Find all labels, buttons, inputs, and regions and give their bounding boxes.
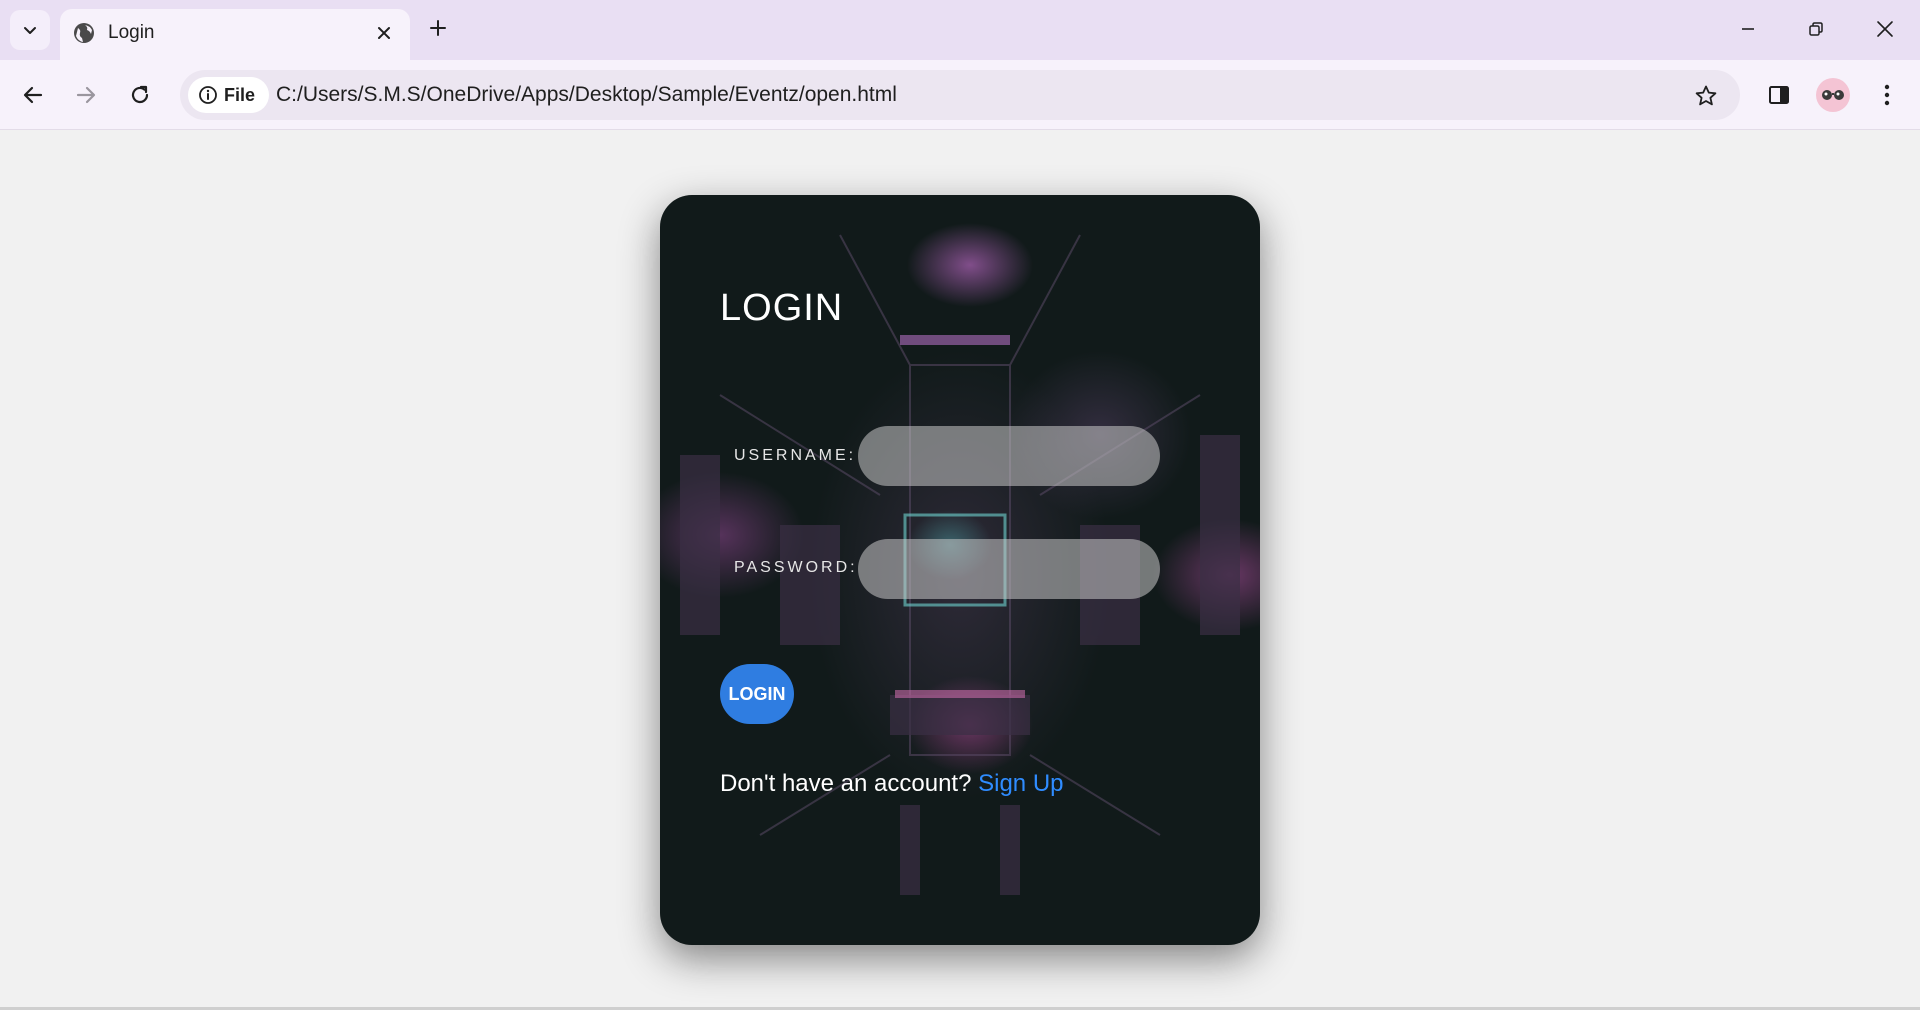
new-tab-button[interactable] (424, 14, 452, 42)
tab-close-button[interactable] (372, 21, 396, 45)
address-bar[interactable]: File C:/Users/S.M.S/OneDrive/Apps/Deskto… (180, 70, 1740, 120)
tab-login[interactable]: Login (60, 9, 410, 60)
signup-row: Don't have an account? Sign Up (720, 770, 1064, 798)
browser-menu-button[interactable] (1870, 78, 1904, 112)
browser-toolbar: File C:/Users/S.M.S/OneDrive/Apps/Deskto… (0, 60, 1920, 130)
arrow-left-icon (23, 86, 43, 104)
username-input[interactable] (858, 426, 1160, 486)
login-card: LOGIN USERNAME: PASSWORD: LOGIN Don't ha… (660, 195, 1260, 945)
close-icon (378, 27, 390, 39)
restore-icon (1809, 22, 1823, 36)
plus-icon (430, 20, 446, 36)
close-window-button[interactable] (1870, 14, 1900, 44)
close-icon (1877, 21, 1893, 37)
back-button[interactable] (17, 79, 49, 111)
password-label: PASSWORD: (734, 559, 858, 576)
signup-link[interactable]: Sign Up (978, 770, 1063, 797)
arrow-right-icon (76, 86, 96, 104)
reload-button[interactable] (124, 79, 156, 111)
side-panel-button[interactable] (1762, 78, 1796, 112)
profile-avatar-icon (1822, 90, 1844, 100)
login-title: LOGIN (720, 287, 844, 329)
info-icon (199, 86, 217, 104)
url-text[interactable]: C:/Users/S.M.S/OneDrive/Apps/Desktop/Sam… (276, 83, 897, 107)
signup-prompt: Don't have an account? (720, 770, 972, 797)
bookmark-button[interactable] (1692, 82, 1720, 110)
profile-button[interactable] (1816, 78, 1850, 112)
page-viewport: LOGIN USERNAME: PASSWORD: LOGIN Don't ha… (0, 131, 1920, 1010)
side-panel-icon (1769, 86, 1789, 104)
password-input[interactable] (858, 539, 1160, 599)
tab-search-button[interactable] (10, 10, 50, 50)
minimize-button[interactable] (1733, 14, 1763, 44)
forward-button[interactable] (70, 79, 102, 111)
tab-strip: Login (0, 0, 1920, 60)
star-icon (1695, 85, 1717, 106)
login-button[interactable]: LOGIN (720, 664, 794, 724)
chevron-down-icon (24, 27, 36, 34)
restore-button[interactable] (1801, 14, 1831, 44)
globe-icon (74, 23, 94, 43)
minimize-icon (1742, 28, 1754, 30)
kebab-menu-icon (1884, 84, 1890, 106)
username-label: USERNAME: (734, 447, 857, 464)
reload-icon (131, 85, 149, 104)
site-info-chip[interactable]: File (188, 77, 270, 113)
site-info-label: File (224, 84, 256, 105)
tab-title: Login (108, 22, 155, 43)
